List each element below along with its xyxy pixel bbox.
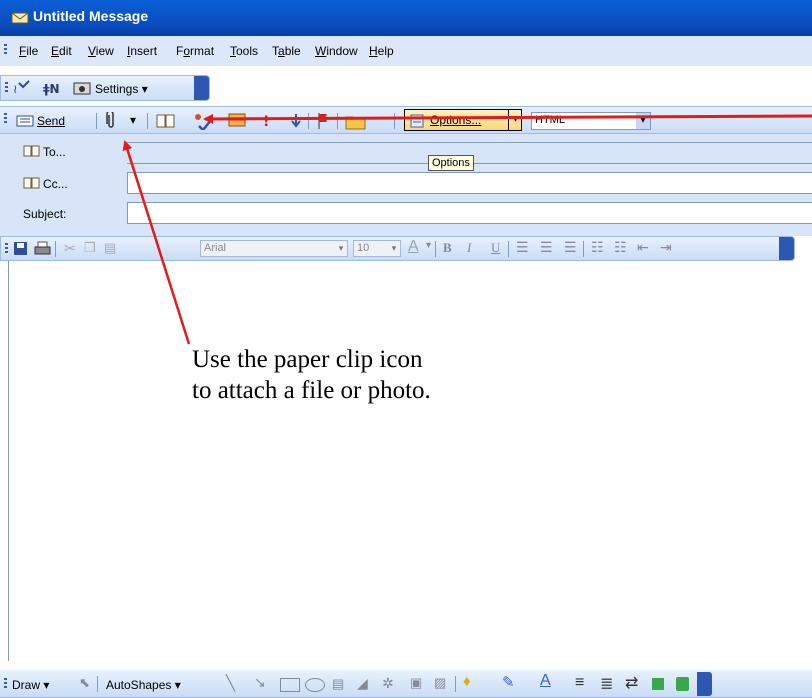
fill-color-icon[interactable]: ♦ <box>463 673 471 690</box>
arrow-style-icon[interactable]: ⇄ <box>625 673 638 693</box>
3d-icon[interactable] <box>676 677 689 691</box>
font-color-icon[interactable]: A <box>540 672 551 690</box>
textbox-icon[interactable]: ▤ <box>332 676 344 692</box>
wordart-icon[interactable]: ◢ <box>357 675 368 692</box>
line-icon[interactable]: ╲ <box>226 674 235 692</box>
picture-icon[interactable]: ▨ <box>434 675 446 691</box>
clipart-icon[interactable]: ▣ <box>410 675 422 691</box>
select-objects-icon[interactable]: ⬉ <box>79 675 90 691</box>
separator <box>97 676 98 692</box>
separator <box>455 676 456 692</box>
autoshapes-menu-button[interactable]: AutoShapes ▾ <box>106 678 181 692</box>
arrow-icon[interactable]: ↘ <box>254 674 266 691</box>
toolbar-overflow-chevron[interactable] <box>697 672 712 696</box>
oval-icon[interactable] <box>305 678 325 692</box>
rectangle-icon[interactable] <box>280 678 300 692</box>
arrow-to-paperclip <box>122 140 191 345</box>
draw-menu-button[interactable]: Draw ▾ <box>12 678 49 692</box>
line-style-icon[interactable]: ≡ <box>575 674 584 692</box>
toolbar-grip[interactable] <box>4 678 7 690</box>
diagram-icon[interactable]: ✲ <box>382 675 394 692</box>
arrow-to-check-names <box>203 113 812 124</box>
line-color-icon[interactable]: ✎ <box>502 673 515 691</box>
annotation-arrows <box>122 113 812 345</box>
drawing-toolbar: Draw ▾ ⬉ AutoShapes ▾ ╲ ↘ ▤ ◢ ✲ ▣ ▨ ♦ ✎ … <box>0 670 812 698</box>
dash-style-icon[interactable]: ≣ <box>600 674 613 694</box>
shadow-icon[interactable] <box>652 678 664 690</box>
